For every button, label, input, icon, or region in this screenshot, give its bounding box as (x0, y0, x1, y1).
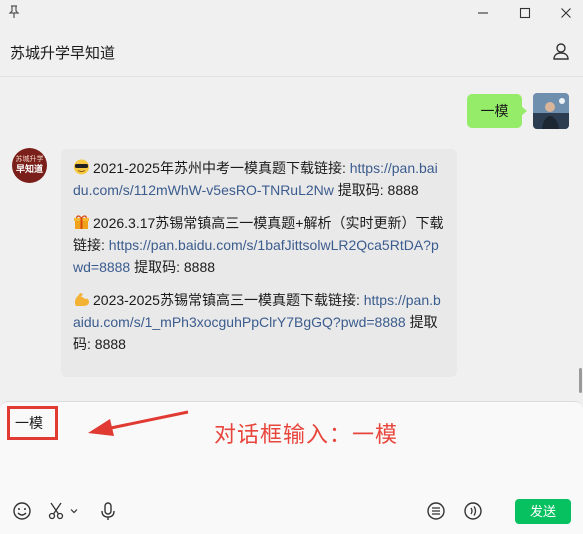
message-block: 2026.3.17苏锡常镇高三一模真题+解析（实时更新）下载链接: https:… (73, 212, 445, 278)
extract-code-text: 提取码: 8888 (130, 259, 216, 275)
chat-header: 苏城升学早知道 (0, 28, 583, 77)
pin-icon[interactable] (6, 4, 22, 20)
minimize-button[interactable] (472, 4, 494, 22)
microphone-icon[interactable] (97, 500, 119, 522)
chat-history-icon[interactable] (425, 500, 447, 522)
bot-avatar[interactable]: 苏城升学 早知道 (12, 148, 47, 183)
title-bar (0, 0, 583, 28)
avatar-line-1: 苏城升学 (15, 156, 44, 163)
chat-window: 苏城升学早知道 一模 苏城升学 早知道 2021-2025年苏州中考一模真题下载… (0, 0, 583, 534)
received-message-bubble[interactable]: 2021-2025年苏州中考一模真题下载链接: https://pan.baid… (61, 149, 457, 377)
voice-call-icon[interactable] (462, 500, 484, 522)
annotation-text: 对话框输入：一模 (214, 422, 399, 447)
sunglasses-emoji (73, 159, 91, 175)
maximize-button[interactable] (514, 4, 536, 22)
scrollbar-thumb[interactable] (579, 368, 582, 393)
flexed-biceps-emoji (73, 291, 91, 307)
close-button[interactable] (555, 4, 577, 22)
sent-message-text: 一模 (480, 103, 509, 119)
message-text: 2021-2025年苏州中考一模真题下载链接: (93, 160, 350, 176)
download-link[interactable]: https://pan.baidu.com/s/1bafJittsolwLR2Q… (73, 237, 439, 275)
chevron-down-icon[interactable] (67, 500, 81, 522)
scissors-icon[interactable] (46, 500, 68, 522)
profile-icon[interactable] (551, 41, 571, 61)
sent-message-bubble[interactable]: 一模 (467, 94, 527, 128)
message-block: 2023-2025苏锡常镇高三一模真题下载链接: https://pan.bai… (73, 289, 445, 355)
send-button[interactable]: 发送 (515, 499, 571, 524)
avatar-line-2: 早知道 (15, 164, 43, 174)
highlight-box (7, 406, 58, 440)
gift-emoji (73, 214, 91, 230)
message-list[interactable]: 一模 苏城升学 早知道 2021-2025年苏州中考一模真题下载链接: http… (0, 77, 583, 399)
message-block: 2021-2025年苏州中考一模真题下载链接: https://pan.baid… (73, 157, 445, 201)
my-avatar[interactable] (533, 93, 569, 129)
message-text: 2023-2025苏锡常镇高三一模真题下载链接: (93, 292, 364, 308)
extract-code-text: 提取码: 8888 (333, 182, 419, 198)
chat-title: 苏城升学早知道 (10, 45, 116, 62)
arrow-annotation (84, 408, 194, 438)
message-composer[interactable]: 一模 对话框输入：一模 发送 (0, 401, 583, 534)
emoji-icon[interactable] (11, 500, 33, 522)
